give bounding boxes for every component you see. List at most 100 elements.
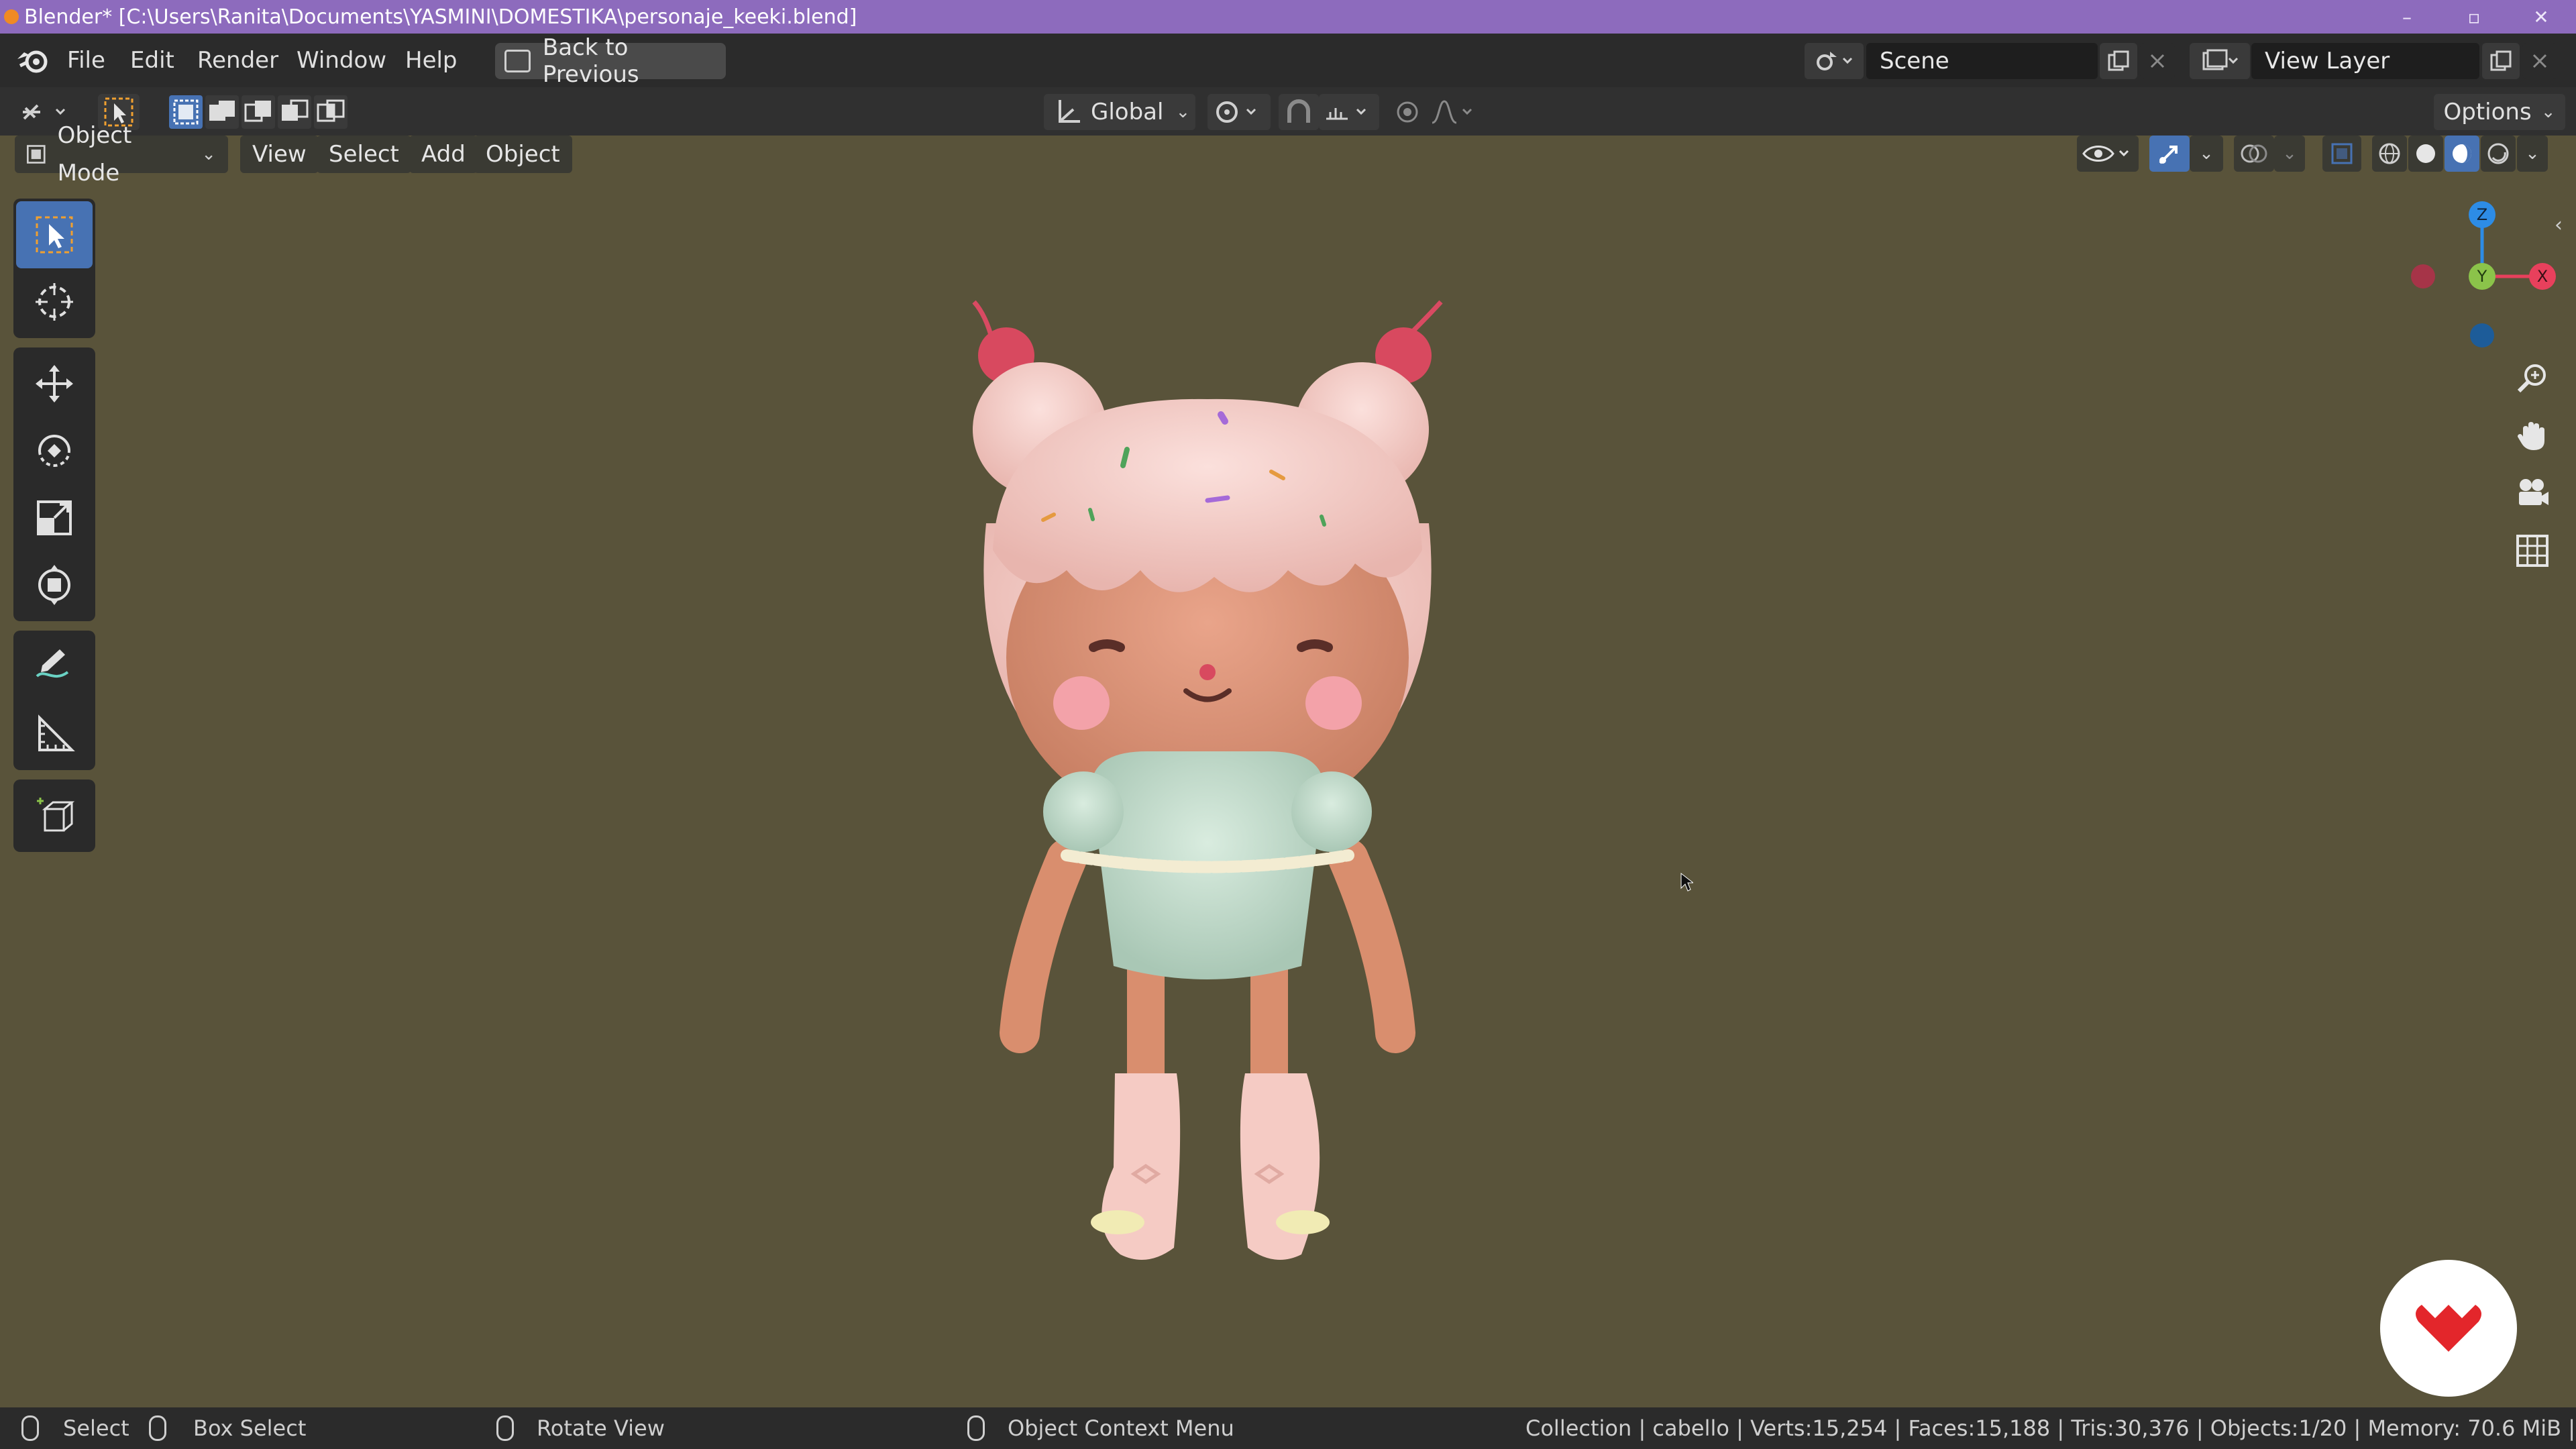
mouse-drag-icon <box>149 1415 166 1441</box>
scene-icon <box>1817 52 1853 70</box>
shading-wireframe-button[interactable] <box>2372 136 2407 172</box>
object-mode-dropdown[interactable]: Object Mode ⌄ <box>15 122 228 186</box>
domestika-logo <box>2380 1260 2517 1397</box>
chevron-down-icon: ⌄ <box>2199 144 2214 164</box>
mouse-left-button-icon <box>21 1415 39 1441</box>
maximize-button[interactable]: ▫ <box>2447 0 2501 34</box>
pivot-point-dropdown[interactable] <box>1208 94 1271 130</box>
status-select-hint: Select <box>63 1415 129 1441</box>
gizmo-dropdown[interactable]: ⌄ <box>2190 136 2223 172</box>
cursor-tool[interactable] <box>16 268 93 335</box>
select-box-icon <box>36 216 73 254</box>
select-box-tool[interactable] <box>16 201 93 268</box>
eye-icon <box>2082 146 2129 162</box>
delete-scene-icon[interactable] <box>2140 43 2175 79</box>
viewport-menu-view[interactable]: View <box>240 136 319 173</box>
eye-right <box>1297 639 1333 652</box>
shading-dropdown[interactable]: ⌄ <box>2517 136 2548 172</box>
axis-neg-z-handle[interactable] <box>2470 323 2494 347</box>
crosshair-cursor-icon <box>36 283 73 321</box>
add-cube-tool[interactable] <box>16 782 93 849</box>
axis-x-label: X <box>2537 267 2548 286</box>
visibility-dropdown[interactable] <box>2077 136 2139 172</box>
overlays-dropdown[interactable]: ⌄ <box>2274 136 2305 172</box>
chevron-down-icon: ⌄ <box>201 144 216 164</box>
object-mode-icon <box>27 145 46 164</box>
viewport-menu-select[interactable]: Select <box>317 136 411 173</box>
viewport-header: Object Mode ⌄ View Select Add Object ⌄ ⌄ <box>0 122 2576 186</box>
pivot-point-icon <box>1216 101 1256 123</box>
scene-browse-button[interactable] <box>1805 43 1864 79</box>
sidebar-toggle-chevron-icon[interactable]: ‹ <box>2555 213 2563 237</box>
tool-shelf <box>13 199 95 861</box>
axis-neg-x-handle[interactable] <box>2411 264 2435 288</box>
sprinkle <box>1218 411 1228 425</box>
hand-pan-icon <box>2518 422 2544 450</box>
rendered-sphere-icon <box>2487 143 2509 164</box>
selection-mode-extend-icon[interactable] <box>205 95 239 129</box>
xray-toggle[interactable] <box>2322 136 2361 172</box>
pan-view-button[interactable] <box>2509 412 2556 459</box>
axis-z-label: Z <box>2477 205 2487 224</box>
proportional-editing-toggle[interactable] <box>1389 94 1426 130</box>
viewport-menu-add[interactable]: Add <box>409 136 478 173</box>
menu-render[interactable]: Render <box>189 43 286 78</box>
delete-view-layer-icon[interactable] <box>2522 43 2557 79</box>
shading-rendered-button[interactable] <box>2481 136 2516 172</box>
mouse-right-button-icon <box>967 1415 985 1441</box>
proportional-falloff-dropdown[interactable] <box>1426 94 1480 130</box>
character-model[interactable] <box>926 282 1462 1288</box>
menu-edit[interactable]: Edit <box>122 43 182 78</box>
boot-sole-left <box>1091 1210 1144 1234</box>
rotate-tool[interactable] <box>16 417 93 484</box>
ortho-toggle-button[interactable] <box>2509 527 2556 574</box>
blender-logo-icon[interactable] <box>15 46 52 75</box>
overlays-icon <box>2241 144 2267 163</box>
arm-right <box>1328 839 1415 1053</box>
camera-view-button[interactable] <box>2509 470 2556 517</box>
annotate-tool[interactable] <box>16 633 93 700</box>
overlays-toggle[interactable] <box>2234 136 2274 172</box>
menu-file[interactable]: File <box>59 43 113 78</box>
selection-mode-intersect-icon[interactable] <box>314 95 347 129</box>
navigation-gizmo[interactable]: Z X Y <box>2402 199 2563 353</box>
domestika-heart-icon <box>2416 1305 2481 1352</box>
view-layer-name-field[interactable]: View Layer <box>2251 43 2479 79</box>
snap-toggle[interactable] <box>1279 94 1319 130</box>
options-dropdown[interactable]: Options ⌄ <box>2434 94 2565 130</box>
sprinkle <box>1320 515 1326 527</box>
material-sphere-icon <box>2453 144 2471 163</box>
viewport-menu-object[interactable]: Object <box>474 136 572 173</box>
scale-tool[interactable] <box>16 484 93 551</box>
minimize-button[interactable]: – <box>2380 0 2434 34</box>
transform-tool[interactable] <box>16 551 93 619</box>
shading-material-button[interactable] <box>2445 136 2479 172</box>
zoom-magnifier-icon <box>2517 364 2546 393</box>
new-scene-icon[interactable] <box>2100 43 2137 79</box>
measure-tool[interactable] <box>16 700 93 767</box>
tool-group-annotate <box>13 631 95 770</box>
selection-mode-subtract-icon[interactable] <box>241 95 275 129</box>
tool-group-transform <box>13 347 95 621</box>
shading-solid-button[interactable] <box>2408 136 2443 172</box>
menu-help[interactable]: Help <box>397 43 466 78</box>
close-button[interactable]: ✕ <box>2514 0 2568 34</box>
move-tool[interactable] <box>16 350 93 417</box>
boot-sole-right <box>1276 1210 1330 1234</box>
menu-window[interactable]: Window <box>288 43 394 78</box>
transform-orientation-dropdown[interactable]: Global ⌄ <box>1044 94 1195 130</box>
falloff-curve-icon <box>1432 100 1472 124</box>
back-to-previous-button[interactable]: Back to Previous <box>495 34 726 88</box>
zoom-view-button[interactable] <box>2509 354 2556 401</box>
camera-icon <box>2519 479 2548 505</box>
solid-sphere-icon <box>2416 144 2435 163</box>
move-arrows-icon <box>36 365 73 402</box>
gizmo-toggle[interactable] <box>2149 136 2190 172</box>
snap-target-dropdown[interactable] <box>1319 94 1379 130</box>
status-bar: Select Box Select Rotate View Object Con… <box>0 1407 2576 1449</box>
scene-name-field[interactable]: Scene <box>1866 43 2098 79</box>
new-view-layer-icon[interactable] <box>2482 43 2520 79</box>
tool-group-add <box>13 780 95 852</box>
selection-mode-invert-icon[interactable] <box>278 95 311 129</box>
view-layer-browse-button[interactable] <box>2190 43 2250 79</box>
